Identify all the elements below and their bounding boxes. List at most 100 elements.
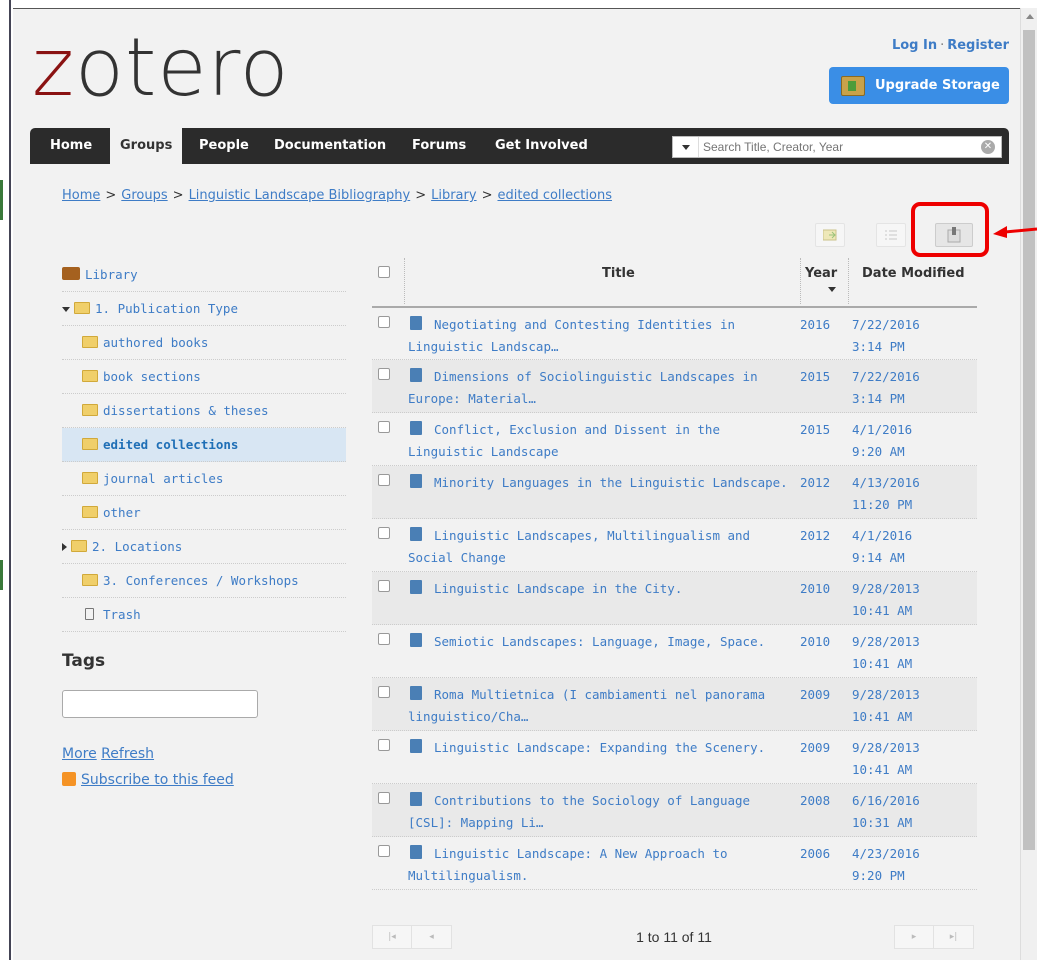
subscribe-feed-link[interactable]: Subscribe to this feed — [62, 772, 234, 788]
scrollbar-thumb[interactable] — [1023, 30, 1035, 850]
collection-label: journal articles — [103, 471, 224, 486]
nav-get-involved[interactable]: Get Involved — [495, 128, 588, 164]
next-page-button[interactable]: ▸ — [894, 925, 934, 949]
collection-publication-type[interactable]: 1. Publication Type — [62, 292, 346, 326]
table-row[interactable]: Linguistic Landscape: Expanding the Scen… — [372, 731, 977, 784]
item-year: 2012 — [800, 528, 831, 543]
breadcrumb-collection[interactable]: edited collections — [497, 188, 612, 203]
zotero-logo[interactable]: zotero — [32, 28, 290, 108]
table-row[interactable]: Negotiating and Contesting Identities in… — [372, 308, 977, 360]
collection-authored-books[interactable]: authored books — [62, 326, 346, 360]
collection-label: other — [103, 505, 141, 520]
select-all-checkbox[interactable] — [378, 266, 390, 312]
scroll-up-icon[interactable] — [1026, 14, 1034, 19]
collection-locations[interactable]: 2. Locations — [62, 530, 346, 564]
row-checkbox[interactable] — [378, 368, 390, 380]
item-date-modified: 7/22/2016 3:14 PM — [852, 314, 972, 358]
row-checkbox[interactable] — [378, 739, 390, 751]
item-title[interactable]: Semiotic Landscapes: Language, Image, Sp… — [408, 631, 788, 653]
nav-documentation[interactable]: Documentation — [274, 128, 386, 164]
row-checkbox[interactable] — [378, 580, 390, 592]
collection-label: book sections — [103, 369, 201, 384]
item-title[interactable]: Linguistic Landscape: Expanding the Scen… — [408, 737, 788, 759]
table-row[interactable]: Linguistic Landscape in the City. 2010 9… — [372, 572, 977, 625]
register-link[interactable]: Register — [947, 38, 1009, 53]
breadcrumb-library[interactable]: Library — [431, 188, 476, 203]
table-row[interactable]: Linguistic Landscape: A New Approach to … — [372, 837, 977, 890]
search-mode-dropdown[interactable] — [673, 137, 699, 157]
row-checkbox[interactable] — [378, 633, 390, 645]
table-row[interactable]: Semiotic Landscapes: Language, Image, Sp… — [372, 625, 977, 678]
last-page-button[interactable]: ▸| — [934, 925, 974, 949]
breadcrumb-home[interactable]: Home — [62, 188, 100, 203]
vertical-scrollbar[interactable] — [1020, 8, 1037, 960]
table-row[interactable]: Contributions to the Sociology of Langua… — [372, 784, 977, 837]
login-link[interactable]: Log In — [892, 38, 937, 53]
table-row[interactable]: Minority Languages in the Linguistic Lan… — [372, 466, 977, 519]
breadcrumb-groups[interactable]: Groups — [121, 188, 167, 203]
pagination: |◂ ◂ 1 to 11 of 11 ▸ ▸| — [372, 925, 977, 950]
collection-conferences[interactable]: 3. Conferences / Workshops — [62, 564, 346, 598]
item-title[interactable]: Conflict, Exclusion and Dissent in the L… — [408, 419, 788, 463]
item-title[interactable]: Dimensions of Sociolinguistic Landscapes… — [408, 366, 788, 410]
title-column-header[interactable]: Title — [602, 266, 635, 312]
upgrade-storage-button[interactable]: Upgrade Storage — [829, 67, 1009, 104]
search-input[interactable] — [699, 138, 981, 156]
item-time: 10:41 AM — [852, 762, 913, 777]
add-item-icon — [823, 229, 837, 241]
date-modified-column-header[interactable]: Date Modified — [862, 266, 965, 312]
item-title[interactable]: Linguistic Landscapes, Multilingualism a… — [408, 525, 788, 569]
row-checkbox[interactable] — [378, 474, 390, 486]
item-title[interactable]: Contributions to the Sociology of Langua… — [408, 790, 788, 834]
nav-forums[interactable]: Forums — [412, 128, 466, 164]
highlight-box — [911, 202, 989, 257]
trash-icon — [85, 608, 94, 620]
row-checkbox[interactable] — [378, 686, 390, 698]
item-title[interactable]: Linguistic Landscape in the City. — [408, 578, 788, 600]
collection-library[interactable]: Library — [62, 258, 346, 292]
table-row[interactable]: Roma Multietnica (I cambiamenti nel pano… — [372, 678, 977, 731]
collection-edited-collections[interactable]: edited collections — [62, 428, 346, 462]
first-page-button[interactable]: |◂ — [372, 925, 412, 949]
row-checkbox[interactable] — [378, 527, 390, 539]
item-date: 9/28/2013 — [852, 581, 920, 596]
row-checkbox[interactable] — [378, 316, 390, 328]
item-title[interactable]: Negotiating and Contesting Identities in… — [408, 314, 788, 358]
nav-groups[interactable]: Groups — [110, 122, 183, 164]
collection-journal-articles[interactable]: journal articles — [62, 462, 346, 496]
table-row[interactable]: Linguistic Landscapes, Multilingualism a… — [372, 519, 977, 572]
item-date: 7/22/2016 — [852, 369, 920, 384]
collection-book-sections[interactable]: book sections — [62, 360, 346, 394]
expand-toggle-icon[interactable] — [62, 543, 67, 551]
item-title[interactable]: Minority Languages in the Linguistic Lan… — [408, 472, 788, 494]
expand-toggle-icon[interactable] — [62, 307, 70, 312]
row-checkbox[interactable] — [378, 845, 390, 857]
more-tags-link[interactable]: More — [62, 746, 97, 762]
item-title[interactable]: Roma Multietnica (I cambiamenti nel pano… — [408, 684, 788, 728]
collection-trash[interactable]: Trash — [62, 598, 346, 632]
nav-people[interactable]: People — [199, 128, 249, 164]
collection-tree: Library 1. Publication Type authored boo… — [62, 258, 346, 632]
table-row[interactable]: Conflict, Exclusion and Dissent in the L… — [372, 413, 977, 466]
clear-search-icon[interactable]: ✕ — [981, 140, 995, 154]
nav-home[interactable]: Home — [50, 128, 92, 164]
tags-filter-input[interactable] — [62, 690, 258, 718]
row-checkbox[interactable] — [378, 421, 390, 433]
display-list-button[interactable] — [876, 223, 906, 247]
folder-icon — [82, 438, 98, 450]
collection-dissertations[interactable]: dissertations & theses — [62, 394, 346, 428]
table-row[interactable]: Dimensions of Sociolinguistic Landscapes… — [372, 360, 977, 413]
prev-page-button[interactable]: ◂ — [412, 925, 452, 949]
item-title[interactable]: Linguistic Landscape: A New Approach to … — [408, 843, 788, 887]
add-to-library-button[interactable] — [815, 223, 845, 247]
auth-separator: · — [940, 38, 945, 53]
breadcrumb: Home > Groups > Linguistic Landscape Bibliog… — [62, 188, 612, 203]
row-checkbox[interactable] — [378, 792, 390, 804]
tag-links: More Refresh — [62, 746, 154, 762]
breadcrumb-group[interactable]: Linguistic Landscape Bibliography — [189, 188, 411, 203]
item-date: 4/13/2016 — [852, 475, 920, 490]
refresh-tags-link[interactable]: Refresh — [101, 746, 154, 762]
library-icon — [62, 267, 80, 280]
collection-other[interactable]: other — [62, 496, 346, 530]
collection-label: Trash — [103, 607, 141, 622]
